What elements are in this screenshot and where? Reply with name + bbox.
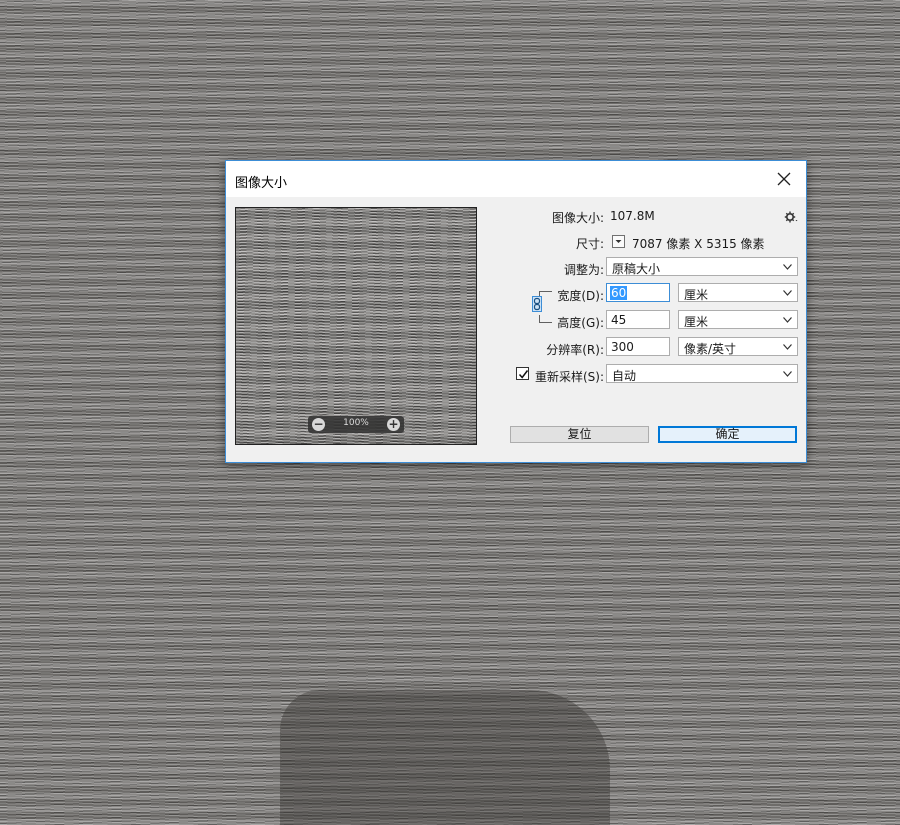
resample-label: 重新采样(S): (534, 370, 604, 384)
checkmark-icon (518, 370, 529, 379)
image-size-label: 图像大小: (551, 211, 604, 225)
chevron-down-icon (615, 240, 622, 243)
fit-to-select[interactable]: 原稿大小 (606, 257, 798, 276)
resample-checkbox[interactable] (516, 367, 529, 380)
background-texture (280, 690, 610, 825)
ok-button[interactable]: 确定 (658, 426, 797, 443)
width-input[interactable]: 60 (606, 283, 670, 302)
zoom-in-icon[interactable]: + (387, 418, 400, 431)
image-size-value: 107.8M (610, 209, 655, 223)
dimensions-value: 7087 像素 X 5315 像素 (632, 237, 765, 251)
dimensions-unit-dropdown[interactable] (612, 235, 625, 248)
resolution-unit: 像素/英寸 (684, 342, 737, 356)
resolution-label: 分辨率(R): (546, 343, 604, 357)
fit-to-label: 调整为: (563, 263, 604, 277)
chevron-down-icon (783, 290, 792, 296)
height-unit-select[interactable]: 厘米 (678, 310, 798, 329)
image-preview[interactable]: − 100% + (235, 207, 477, 445)
resample-value: 自动 (612, 369, 637, 383)
resolution-unit-select[interactable]: 像素/英寸 (678, 337, 798, 356)
gear-icon[interactable] (784, 210, 798, 224)
reset-button[interactable]: 复位 (510, 426, 649, 443)
fit-to-value: 原稿大小 (612, 262, 661, 276)
dimensions-label: 尺寸: (575, 237, 604, 251)
constrain-proportions-link-icon[interactable] (532, 296, 542, 312)
close-icon[interactable] (772, 167, 796, 191)
width-label: 宽度(D): (557, 289, 604, 303)
resolution-input[interactable]: 300 (606, 337, 670, 356)
chevron-down-icon (783, 264, 792, 270)
constraint-bracket-bottom (539, 315, 552, 323)
height-label: 高度(G): (557, 316, 604, 330)
height-value: 45 (611, 313, 627, 327)
height-unit: 厘米 (684, 315, 709, 329)
chevron-down-icon (783, 344, 792, 350)
title-bar: 图像大小 (226, 161, 806, 197)
chevron-down-icon (783, 317, 792, 323)
width-unit: 厘米 (684, 288, 709, 302)
width-unit-select[interactable]: 厘米 (678, 283, 798, 302)
height-input[interactable]: 45 (606, 310, 670, 329)
chevron-down-icon (783, 371, 792, 377)
resample-method-select[interactable]: 自动 (606, 364, 798, 383)
dialog-title: 图像大小 (235, 176, 288, 191)
zoom-controls: − 100% + (308, 416, 404, 433)
width-value: 60 (610, 286, 628, 300)
resolution-value: 300 (611, 340, 634, 354)
image-size-dialog: 图像大小 − 100% + 图像大小: 107.8M 尺寸: 7087 像素 X… (225, 160, 807, 463)
